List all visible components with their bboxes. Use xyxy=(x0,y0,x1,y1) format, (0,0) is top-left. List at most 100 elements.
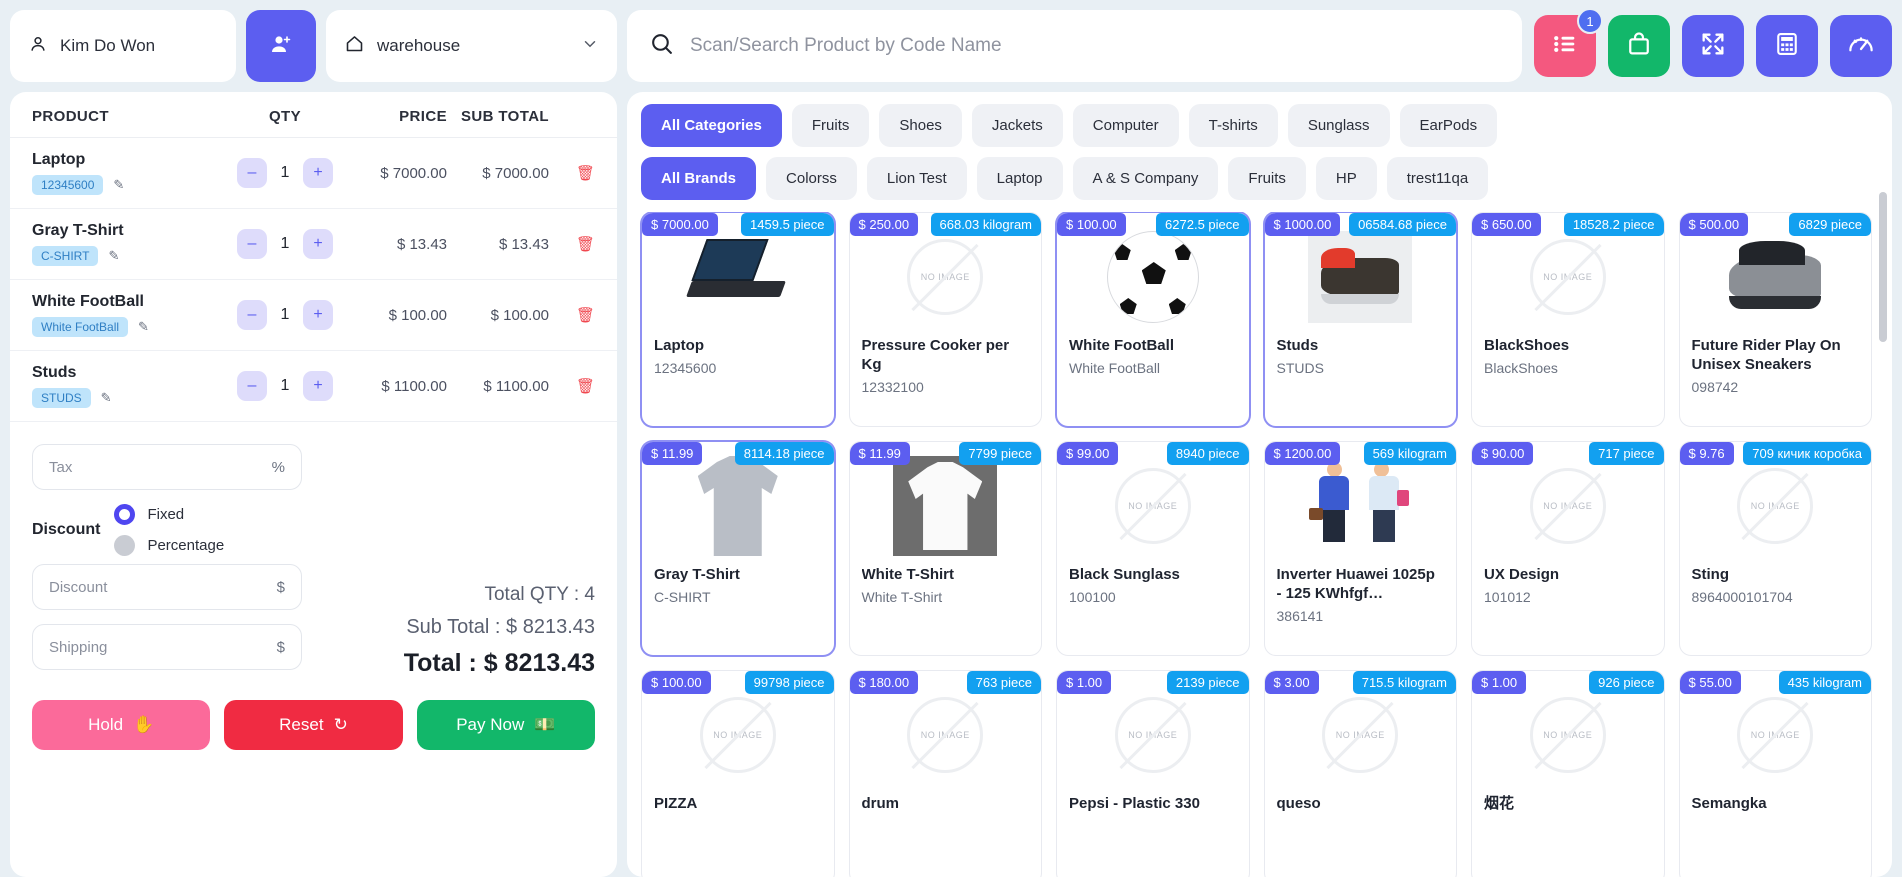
tax-field[interactable]: % xyxy=(32,444,302,490)
product-card[interactable]: $ 90.00 717 piece NO IMAGE UX Design 101012 xyxy=(1471,441,1665,656)
delete-row-icon[interactable]: 🗑 xyxy=(549,164,595,182)
dashboard-button[interactable] xyxy=(1830,15,1892,77)
category-chip-t-shirts[interactable]: T-shirts xyxy=(1188,104,1278,147)
product-stock-badge: 763 piece xyxy=(966,671,1041,694)
product-badges: $ 1.00 2139 piece xyxy=(1057,671,1249,694)
product-card[interactable]: $ 1000.00 06584.68 piece Studs STUDS xyxy=(1263,212,1457,427)
edit-pencil-icon[interactable]: ✎ xyxy=(113,177,124,193)
category-chip-earpods[interactable]: EarPods xyxy=(1399,104,1498,147)
qty-decrease-button[interactable]: – xyxy=(237,158,267,188)
category-chip-fruits[interactable]: Fruits xyxy=(791,104,870,147)
column-product: PRODUCT xyxy=(32,108,109,125)
customer-selector[interactable]: Kim Do Won xyxy=(10,10,236,82)
product-card[interactable]: $ 100.00 6272.5 piece White FootBall White … xyxy=(1056,212,1250,427)
edit-pencil-icon[interactable]: ✎ xyxy=(101,390,112,406)
product-card[interactable]: $ 11.99 8114.18 piece Gray T-Shirt C-SHIRT xyxy=(641,441,835,656)
qty-increase-button[interactable]: + xyxy=(303,229,333,259)
no-image-placeholder: NO IMAGE xyxy=(1737,468,1814,544)
brand-chip-fruits[interactable]: Fruits xyxy=(1228,157,1306,200)
product-card[interactable]: $ 650.00 18528.2 piece NO IMAGE BlackShoes B… xyxy=(1471,212,1665,427)
category-chip-shoes[interactable]: Shoes xyxy=(879,104,962,147)
product-card[interactable]: $ 1.00 926 piece NO IMAGE 烟花 xyxy=(1471,670,1665,877)
product-info: BlackShoes BlackShoes xyxy=(1472,331,1664,386)
category-chip-all-categories[interactable]: All Categories xyxy=(641,104,782,147)
qty-increase-button[interactable]: + xyxy=(303,371,333,401)
shipping-field[interactable]: $ xyxy=(32,624,302,670)
product-name: Laptop xyxy=(654,337,704,354)
qty-increase-button[interactable]: + xyxy=(303,158,333,188)
product-card[interactable]: $ 1.00 2139 piece NO IMAGE Pepsi - Plastic … xyxy=(1056,670,1250,877)
cart-product-meta: C-SHIRT ✎ xyxy=(32,246,221,266)
brand-chip-colorss[interactable]: Colorss xyxy=(766,157,857,200)
product-card[interactable]: $ 3.00 715.5 kilogram NO IMAGE queso xyxy=(1263,670,1457,877)
delete-row-icon[interactable]: 🗑 xyxy=(549,377,595,395)
product-name: 烟花 xyxy=(1484,795,1515,812)
orders-list-button[interactable]: 1 xyxy=(1534,8,1603,77)
fullscreen-button[interactable] xyxy=(1682,15,1744,77)
shipping-input[interactable] xyxy=(49,638,277,656)
edit-pencil-icon[interactable]: ✎ xyxy=(108,248,119,264)
product-card[interactable]: $ 180.00 763 piece NO IMAGE drum xyxy=(848,670,1042,877)
product-card[interactable]: $ 250.00 668.03 kilogram NO IMAGE Pressure … xyxy=(848,212,1042,427)
product-info: Laptop 12345600 xyxy=(642,331,834,386)
product-stock-badge: 717 piece xyxy=(1589,442,1664,465)
brand-chip-hp[interactable]: HP xyxy=(1315,157,1377,200)
cart-product-code: STUDS xyxy=(32,388,91,408)
discount-input[interactable] xyxy=(49,578,277,596)
product-card[interactable]: $ 99.00 8940 piece NO IMAGE Black Sunglass 1… xyxy=(1056,441,1250,656)
discount-percentage-option[interactable]: Percentage xyxy=(114,535,224,556)
warehouse-selector[interactable]: warehouse xyxy=(326,10,617,82)
delete-row-icon[interactable]: 🗑 xyxy=(549,306,595,324)
product-badges: $ 180.00 763 piece xyxy=(849,671,1041,694)
product-card[interactable]: $ 55.00 435 kilogram NO IMAGE Semangka xyxy=(1678,670,1872,877)
chevron-down-icon[interactable] xyxy=(581,35,599,58)
tax-input[interactable] xyxy=(49,458,272,476)
reset-button[interactable]: Reset ↻ xyxy=(224,700,403,750)
product-card[interactable]: $ 1200.00 569 kilogram Inverter Huawei 102… xyxy=(1263,441,1457,656)
qty-decrease-button[interactable]: – xyxy=(237,371,267,401)
laptop-image xyxy=(683,225,793,330)
list-icon xyxy=(1551,30,1579,63)
product-info: Pepsi - Plastic 330 xyxy=(1057,789,1249,828)
radio-percentage[interactable] xyxy=(114,535,136,556)
products-scrollbar[interactable] xyxy=(1879,192,1887,342)
category-chip-sunglass[interactable]: Sunglass xyxy=(1287,104,1390,147)
search-box[interactable] xyxy=(627,10,1522,82)
product-card[interactable]: $ 100.00 99798 piece NO IMAGE PIZZA xyxy=(641,670,835,877)
pay-now-button[interactable]: Pay Now 💵 xyxy=(416,700,595,750)
no-image-placeholder: NO IMAGE xyxy=(699,697,776,773)
product-card[interactable]: $ 11.99 7799 piece White T-Shirt White T-Sh… xyxy=(848,441,1042,656)
product-price-badge: $ 500.00 xyxy=(1679,213,1749,236)
category-chip-computer[interactable]: Computer xyxy=(1072,104,1179,147)
edit-pencil-icon[interactable]: ✎ xyxy=(138,319,149,335)
add-customer-button[interactable] xyxy=(246,10,316,82)
cart-header-row: PRODUCT QTY PRICE SUB TOTAL xyxy=(10,92,617,138)
shopping-bag-button[interactable] xyxy=(1608,15,1670,77)
product-card[interactable]: $ 500.00 6829 piece Future Rider Play On U… xyxy=(1678,212,1872,427)
calculator-button[interactable] xyxy=(1756,15,1818,77)
radio-fixed[interactable] xyxy=(114,504,136,525)
brand-chip-laptop[interactable]: Laptop xyxy=(976,157,1063,200)
product-stock-badge: 7799 piece xyxy=(959,442,1041,465)
brand-chip-a-s-company[interactable]: A & S Company xyxy=(1072,157,1219,200)
qty-decrease-button[interactable]: – xyxy=(237,229,267,259)
qty-increase-button[interactable]: + xyxy=(303,300,333,330)
product-badges: $ 500.00 6829 piece xyxy=(1679,213,1871,236)
discount-fixed-option[interactable]: Fixed xyxy=(114,504,224,525)
product-card[interactable]: $ 9.76 709 кичик коробка NO IMAGE Sting 8964… xyxy=(1678,441,1872,656)
delete-row-icon[interactable]: 🗑 xyxy=(549,235,595,253)
qty-decrease-button[interactable]: – xyxy=(237,300,267,330)
discount-field[interactable]: $ xyxy=(32,564,302,610)
brand-chip-all-brands[interactable]: All Brands xyxy=(641,157,757,200)
brand-chip-trest11qa[interactable]: trest11qa xyxy=(1386,157,1489,200)
totals-area: % Discount Fixed Percentage xyxy=(10,422,617,684)
product-name: PIZZA xyxy=(654,795,698,812)
product-card[interactable]: $ 7000.00 1459.5 piece Laptop 12345600 xyxy=(641,212,835,427)
brand-chip-lion-test[interactable]: Lion Test xyxy=(866,157,967,200)
hold-button[interactable]: Hold ✋ xyxy=(32,700,211,750)
category-chip-jackets[interactable]: Jackets xyxy=(971,104,1063,147)
table-row: White FootBall White FootBall ✎ –1 + $ 100.00… xyxy=(10,280,617,351)
search-input[interactable] xyxy=(690,35,1500,57)
product-price-badge: $ 1000.00 xyxy=(1264,213,1341,236)
product-info: Inverter Huawei 1025p - 125 KWhfgf… 38614… xyxy=(1265,560,1457,634)
